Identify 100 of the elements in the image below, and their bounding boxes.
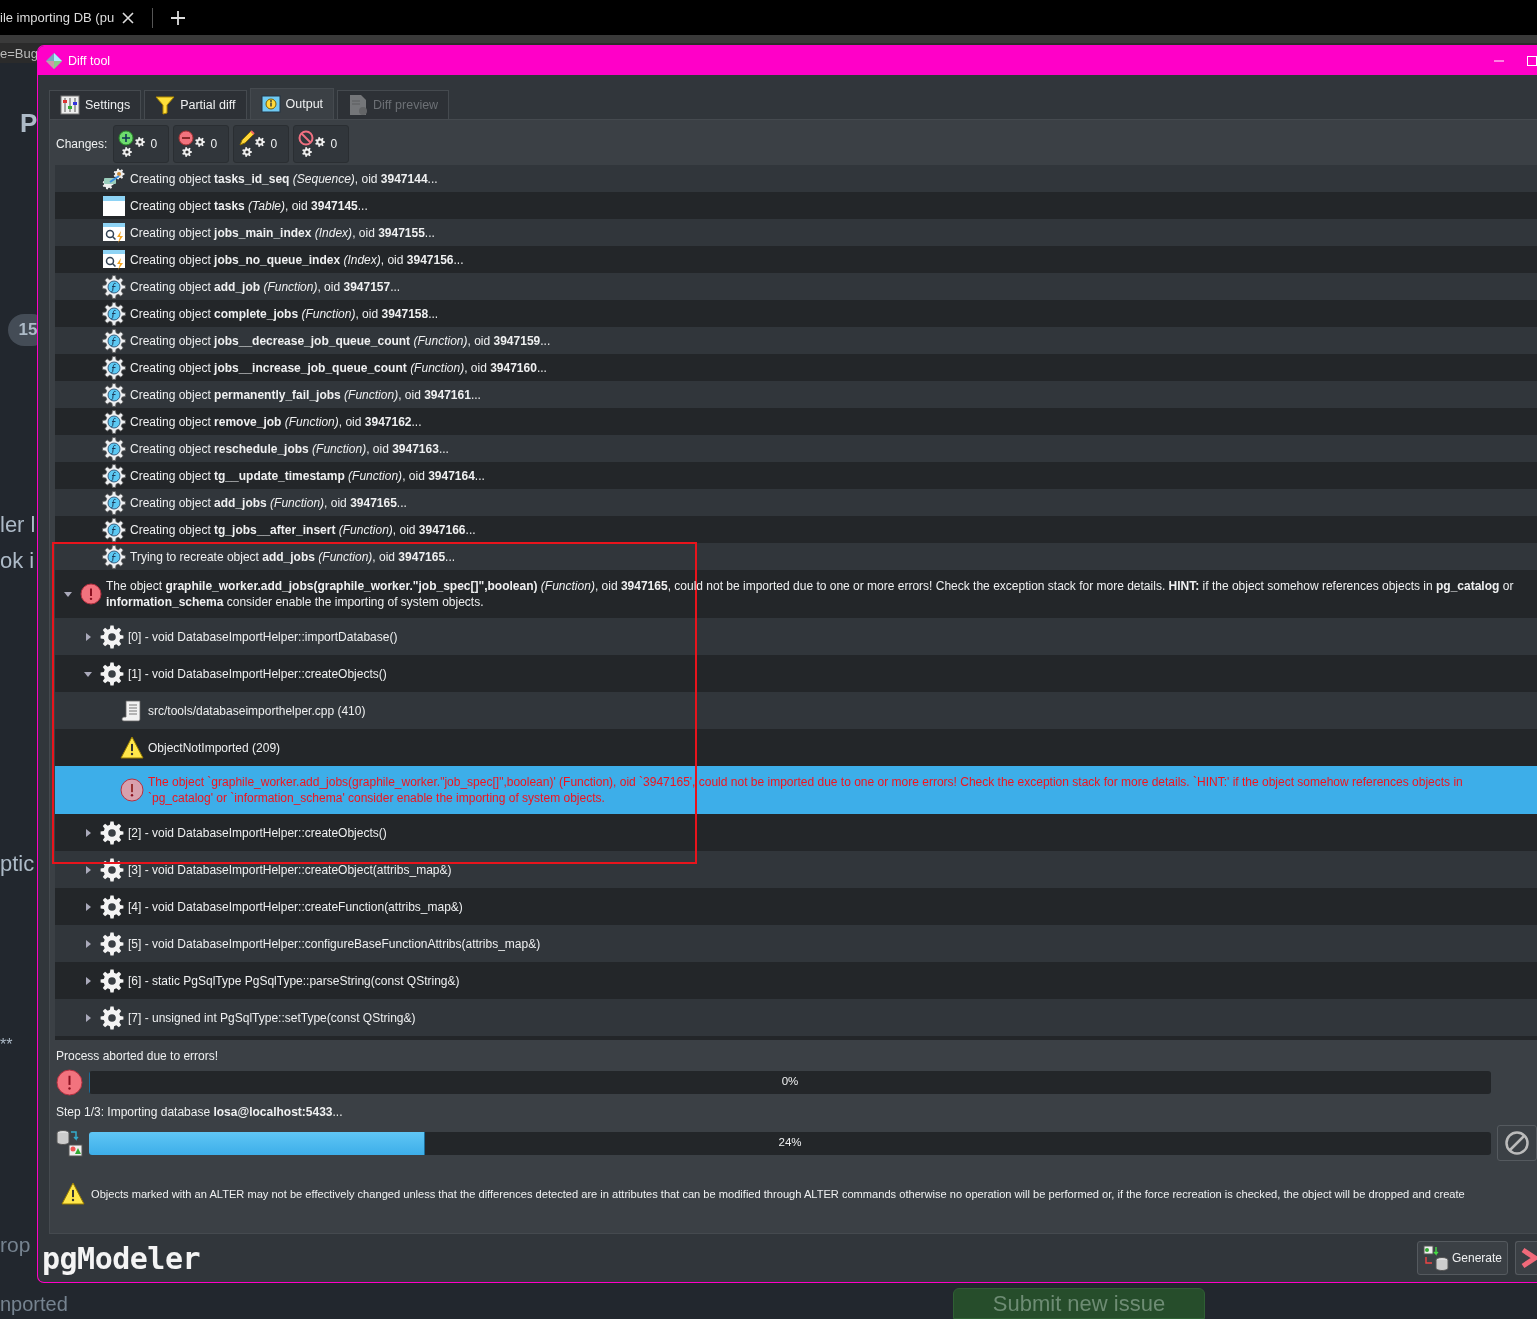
expander-icon[interactable] [83,827,93,838]
logo: pgModeler [42,1240,202,1276]
tree-row[interactable]: [5] - void DatabaseImportHelper::configureBaseFunctionAttribs(attribs_map&) [55,925,1537,962]
log-entry: Creating object jobs_main_index (Index), oid 3947155... [130,224,436,241]
expander-icon[interactable] [83,938,93,949]
error-message: The object `graphile_worker.add_jobs(graphile_worker."job_spec[]",boolean)' (Function), oid `3947165', could not be imported due to one or more errors! Check the exception stack for more details. `HINT:' if the object somehow references objects in `pg_catalog' or `information_schema' consider enable the importing of system objects. [148,774,1464,806]
change-counter[interactable]: 0 [113,125,170,163]
warning-icon [120,735,144,760]
status-label: Process aborted due to errors! [56,1049,220,1063]
log-entry: Creating object tasks (Table), oid 3947145... [130,197,369,214]
log-entry: Creating object complete_jobs (Function), oid 3947158... [130,305,440,322]
log-entry: Creating object tg__update_timestamp (Function), oid 3947164... [130,467,486,484]
gear-icon [100,857,124,882]
gear-icon [102,328,126,353]
progress-reading: 0% [781,1075,799,1087]
database-import-icon [56,1129,83,1157]
address-text[interactable]: e=Bug [0,45,38,61]
tree-row[interactable]: Creating object add_job (Function), oid 3947157... [55,273,1537,300]
scroll-icon [120,698,144,723]
expander-icon[interactable] [83,631,93,642]
info-icon [260,94,281,114]
tab[interactable]: Partial diff [144,90,247,119]
table-icon [102,194,126,217]
tree-row[interactable]: Trying to recreate object add_jobs (Function), oid 3947165... [55,543,1537,570]
cancel-button[interactable] [1497,1125,1537,1161]
tree-row[interactable]: Creating object jobs_main_index (Index), oid 3947155... [55,219,1537,246]
expander-icon[interactable] [83,975,93,986]
error-icon [120,778,144,802]
expander-icon[interactable] [83,864,93,875]
gear-icon [100,931,124,956]
change-counter[interactable]: 0 [173,125,230,163]
gear-icon [100,1005,124,1030]
tree-row[interactable]: [7] - unsigned int PgSqlType::setType(const QString&) [55,999,1537,1036]
tree-row[interactable]: Creating object reschedule_jobs (Function), oid 3947163... [55,435,1537,462]
changes-label: Changes: [56,137,108,151]
tree-row[interactable]: Creating object permanently_fail_jobs (Function), oid 3947161... [55,381,1537,408]
change-counter[interactable]: 0 [233,125,290,163]
gear-icon [100,624,124,649]
log-entry: Creating object permanently_fail_jobs (Function), oid 3947161... [130,386,482,403]
log-entry: Creating object remove_job (Function), oid 3947162... [130,413,423,430]
maximize-icon[interactable] [1527,55,1537,66]
gear-icon [100,894,124,919]
file-location: src/tools/databaseimporthelper.cpp (410) [148,702,367,719]
page-heading: P [20,108,38,139]
log-entry: Creating object add_jobs (Function), oid 3947165... [130,494,408,511]
forbidden-icon [1504,1130,1530,1156]
gear-icon [102,301,126,326]
log-entry: Creating object tasks_id_seq (Sequence), oid 3947144... [130,170,439,187]
log-entry: Creating object jobs__increase_job_queue_count (Function), oid 3947160... [130,359,548,376]
stack-frame: [3] - void DatabaseImportHelper::createObject(attribs_map&) [128,861,460,878]
gear-icon [102,382,126,407]
page-text: ptic [0,851,35,877]
gear-icon [102,544,126,569]
plus-icon[interactable] [171,10,186,25]
warning-icon [61,1182,85,1206]
gear-icon [102,355,126,380]
progress-reading: 24% [778,1135,802,1148]
page-text: ** [0,1036,13,1054]
stack-frame: [5] - void DatabaseImportHelper::configureBaseFunctionAttribs(attribs_map&) [128,935,549,952]
tab[interactable]: Output [249,88,335,119]
expander-icon[interactable] [83,901,93,912]
tree-row[interactable]: Creating object add_jobs (Function), oid 3947165... [55,489,1537,516]
note-text: Objects marked with an ALTER may not be effectively changed unless that the differences detected are in attributes that can be modified through ALTER commands otherwise no operation will be performed or, if the force recreation is checked, the object will be dropped and create [91,1188,1465,1200]
expander-icon[interactable] [63,589,73,599]
step-label: Step 1/3: Importing database losa@localhost:5433... [56,1105,344,1119]
page-text: ok i [0,548,35,574]
stack-frame: [4] - void DatabaseImportHelper::createFunction(attribs_map&) [128,898,471,915]
page-text: ler l [0,512,36,538]
database-icon [1422,1245,1449,1271]
sliders-icon [60,95,80,115]
generate-button[interactable]: Generate [1416,1241,1508,1275]
tree-row[interactable]: [0] - void DatabaseImportHelper::importDatabase() [55,618,1537,655]
gear-icon [102,490,126,515]
browser-tab-title[interactable]: ile importing DB (pu [0,10,115,25]
close-button[interactable] [1515,1241,1537,1275]
page-text: rop [0,1233,31,1257]
stack-frame: [6] - static PgSqlType PgSqlType::parseString(const QString&) [128,972,468,989]
log-entry: Creating object jobs__decrease_job_queue_count (Function), oid 3947159... [130,332,552,349]
diamond-icon [46,52,62,69]
tree-row[interactable]: Creating object tasks_id_seq (Sequence), oid 3947144... [55,165,1537,192]
funnel-icon [155,95,176,115]
stack-frame: [7] - unsigned int PgSqlType::setType(const QString&) [128,1009,424,1026]
gear-icon [100,661,124,686]
gear-icon [102,274,126,299]
table-magnifier-icon [102,248,126,271]
error-icon [80,583,102,605]
tree-row[interactable]: [3] - void DatabaseImportHelper::createObject(attribs_map&) [55,851,1537,888]
tree-row[interactable]: Creating object jobs__decrease_job_queue_count (Function), oid 3947159... [55,327,1537,354]
change-counter[interactable]: 0 [293,125,350,163]
gear-icon [100,820,124,845]
gear-icon [100,968,124,993]
log-entry: Trying to recreate object add_jobs (Function), oid 3947165... [130,548,457,565]
error-icon [56,1069,83,1096]
window-title: Diff tool [68,53,112,68]
gears-icon [102,167,126,190]
log-entry: Creating object tg_jobs__after_insert (Function), oid 3947166... [130,521,477,538]
tree-row[interactable]: src/tools/databaseimporthelper.cpp (410) [55,692,1537,729]
page-text: nported [0,1293,68,1316]
tab[interactable]: Settings [49,90,142,119]
expander-icon[interactable] [83,1012,93,1023]
